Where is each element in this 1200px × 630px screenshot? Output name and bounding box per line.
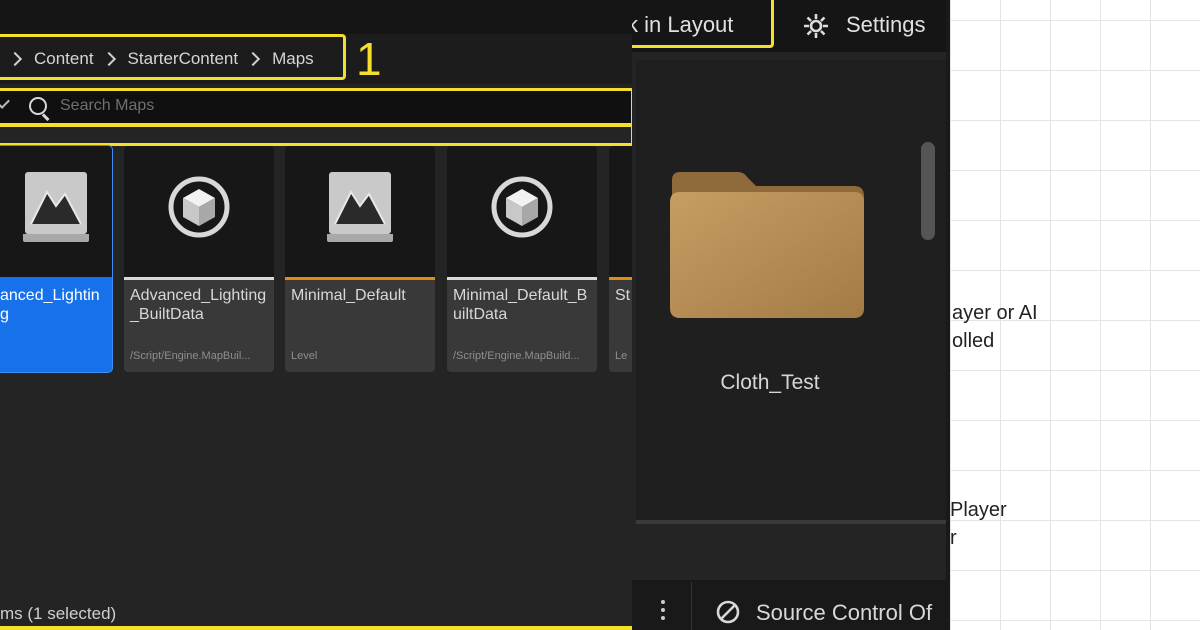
status-highlight-line: [0, 626, 632, 630]
folder-view-panel: ck in Layout Settings Cloth_Test Source …: [632, 0, 950, 630]
divider: [636, 520, 946, 524]
asset-path: Le: [615, 350, 628, 362]
source-control-button[interactable]: Source Control Of: [756, 600, 932, 626]
asset-path: /Script/Engine.MapBuil...: [130, 350, 251, 362]
diagram-label: olled: [952, 330, 995, 352]
filter-bar-highlight-box: [0, 124, 632, 146]
asset-type-bar: [447, 277, 597, 280]
asset-thumbnail: [447, 146, 597, 277]
asset-name: Advanced_Lighting_BuiltData: [130, 287, 267, 323]
asset-thumbnail: [0, 146, 112, 277]
asset-path: Level: [291, 350, 318, 362]
more-options-icon[interactable]: [661, 600, 665, 624]
asset-tile[interactable]: Advanced_Lighting_BuiltData /Script/Engi…: [124, 146, 274, 372]
asset-type-bar: [285, 277, 435, 280]
asset-tile[interactable]: St Le: [609, 146, 632, 372]
selection-status: ms (1 selected): [0, 604, 117, 623]
level-icon: [23, 172, 89, 242]
asset-thumbnail: [609, 146, 632, 277]
asset-thumbnail: [124, 146, 274, 277]
breadcrumb-highlight-box: [0, 34, 346, 80]
asset-name: Minimal_Default_BuiltData: [453, 287, 588, 323]
diagram-label: r: [950, 527, 957, 549]
divider: [691, 582, 692, 630]
asset-name: anced_Lighting: [0, 287, 100, 323]
level-icon: [327, 172, 393, 242]
asset-name: Minimal_Default: [291, 287, 406, 304]
asset-tile[interactable]: Minimal_Default Level: [285, 146, 435, 372]
search-input[interactable]: [60, 93, 620, 119]
asset-type-bar: [609, 277, 632, 280]
map-build-data-icon: [491, 176, 553, 238]
folder-icon[interactable]: [668, 170, 866, 320]
asset-tile[interactable]: Minimal_Default_BuiltData /Script/Engine…: [447, 146, 597, 372]
dock-highlight-box: [632, 0, 774, 48]
content-browser-panel: Content StarterContent Maps 1 anced_Ligh…: [0, 0, 632, 630]
asset-name: St: [615, 287, 631, 304]
diagram-label: ayer or AI: [952, 302, 1038, 324]
map-build-data-icon: [168, 176, 230, 238]
gear-icon: [804, 14, 828, 38]
annotation-number: 1: [356, 33, 382, 85]
search-icon: [29, 97, 47, 115]
diagram-canvas: ayer or AI olled Player r: [950, 0, 1200, 630]
asset-thumbnail: [285, 146, 435, 277]
asset-type-bar: [124, 277, 274, 280]
scrollbar[interactable]: [921, 142, 935, 240]
diagram-label: Player: [950, 499, 1007, 521]
source-control-off-icon: [716, 600, 740, 624]
content-browser-top-bar: [0, 0, 632, 34]
folder-name: Cloth_Test: [720, 371, 820, 394]
asset-type-bar: [0, 277, 112, 280]
settings-button[interactable]: Settings: [846, 12, 926, 38]
asset-path: /Script/Engine.MapBuild...: [453, 350, 580, 362]
asset-tile[interactable]: anced_Lighting: [0, 145, 113, 373]
